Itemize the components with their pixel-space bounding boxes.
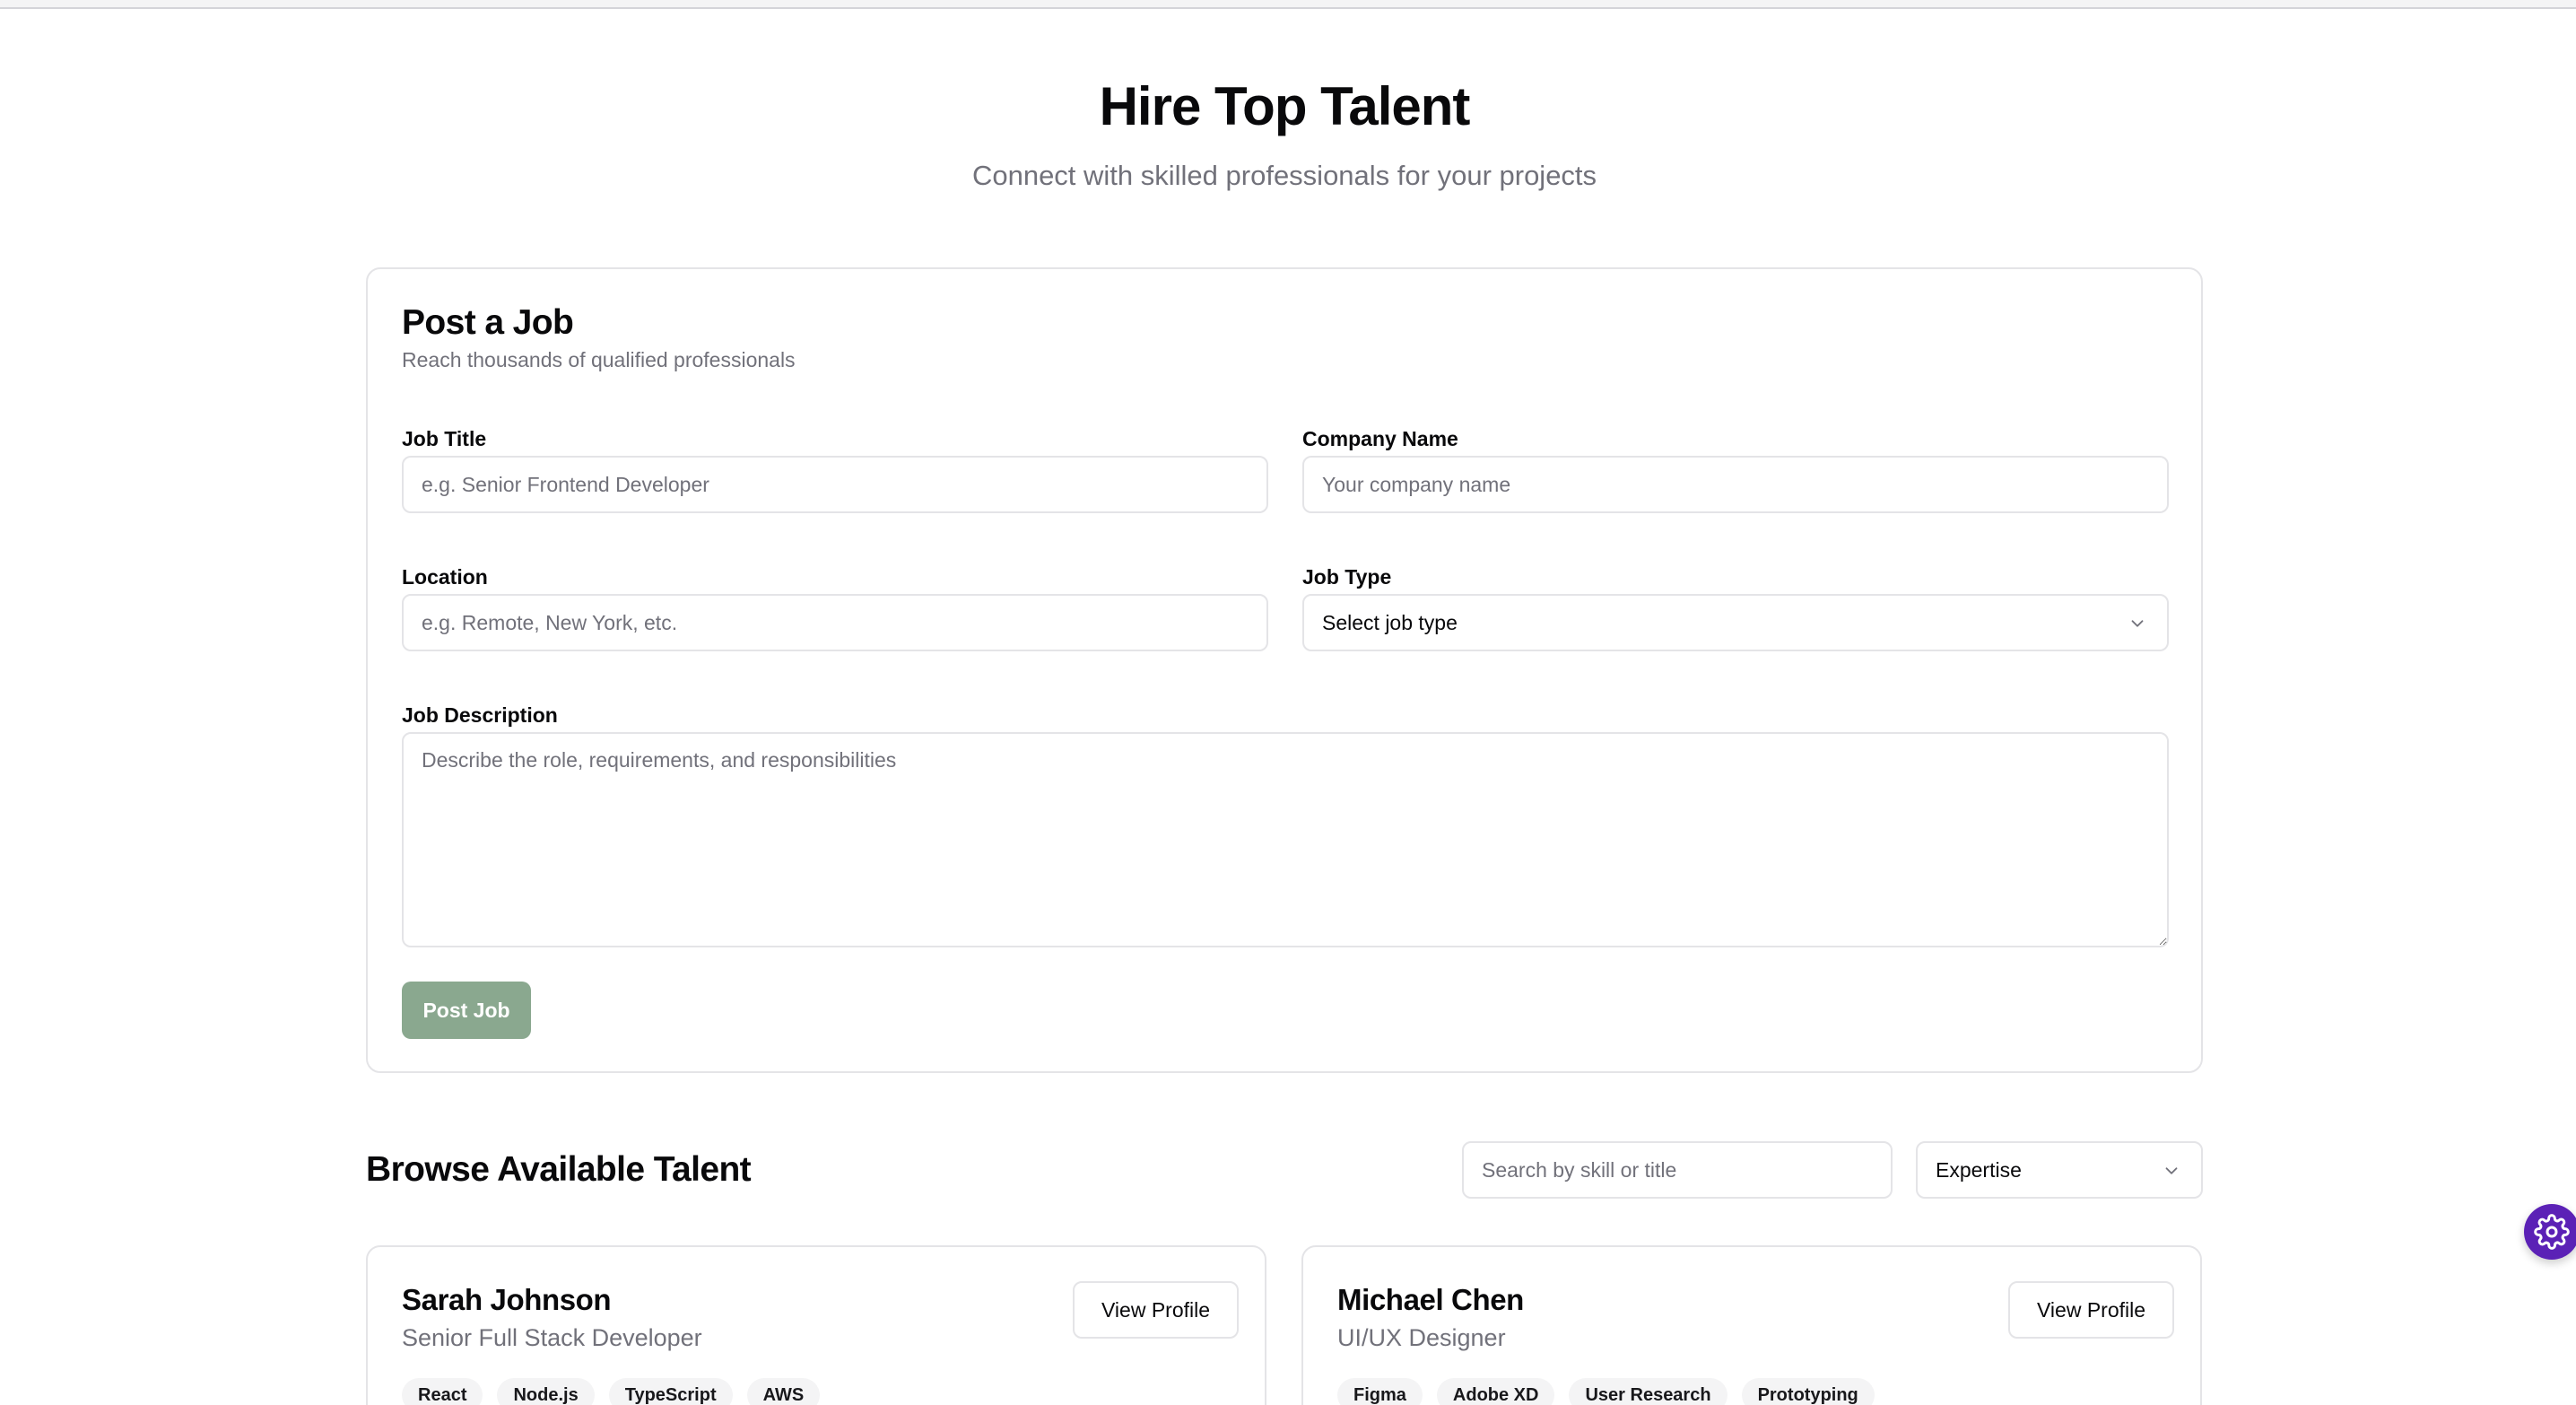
skill-tag: AWS bbox=[746, 1378, 821, 1405]
talent-name: Sarah Johnson bbox=[402, 1283, 612, 1316]
company-name-input[interactable] bbox=[1302, 456, 2169, 513]
chevron-down-icon bbox=[2131, 620, 2144, 627]
job-description-label: Job Description bbox=[402, 703, 558, 727]
skill-tag: Adobe XD bbox=[1436, 1378, 1555, 1405]
job-type-value: Select job type bbox=[1322, 610, 1458, 634]
job-type-label: Job Type bbox=[1302, 565, 1392, 589]
view-profile-button[interactable]: View Profile bbox=[1073, 1281, 1240, 1339]
post-job-subtitle: Reach thousands of qualified professiona… bbox=[402, 348, 796, 371]
job-title-label: Job Title bbox=[402, 427, 487, 450]
skill-tags: Figma Adobe XD User Research Prototyping bbox=[1337, 1378, 1875, 1405]
skill-tag: React bbox=[402, 1378, 483, 1405]
job-type-select[interactable]: Select job type bbox=[1302, 594, 2169, 651]
chevron-down-icon bbox=[2165, 1167, 2178, 1174]
skill-tag: User Research bbox=[1569, 1378, 1727, 1405]
talent-search-input[interactable] bbox=[1462, 1141, 1893, 1199]
talent-role: Senior Full Stack Developer bbox=[402, 1324, 702, 1351]
talent-card: Michael Chen UI/UX Designer View Profile… bbox=[1301, 1245, 2202, 1405]
skill-tag: TypeScript bbox=[608, 1378, 733, 1405]
location-label: Location bbox=[402, 565, 488, 589]
expertise-value: Expertise bbox=[1936, 1157, 2022, 1182]
skill-tag: Node.js bbox=[497, 1378, 595, 1405]
post-job-card: Post a Job Reach thousands of qualified … bbox=[366, 267, 2203, 1073]
location-input[interactable] bbox=[402, 594, 1268, 651]
browser-top-bar bbox=[0, 0, 2576, 9]
company-name-label: Company Name bbox=[1302, 427, 1458, 450]
job-description-textarea[interactable] bbox=[402, 732, 2169, 947]
skill-tags: React Node.js TypeScript AWS bbox=[402, 1378, 821, 1405]
view-profile-button[interactable]: View Profile bbox=[2008, 1281, 2175, 1339]
talent-card: Sarah Johnson Senior Full Stack Develope… bbox=[366, 1245, 1266, 1405]
browse-talent-title: Browse Available Talent bbox=[366, 1150, 752, 1189]
skill-tag: Figma bbox=[1337, 1378, 1423, 1405]
post-job-title: Post a Job bbox=[402, 303, 574, 342]
expertise-select[interactable]: Expertise bbox=[1916, 1141, 2203, 1199]
post-job-button[interactable]: Post Job bbox=[402, 982, 531, 1039]
talent-name: Michael Chen bbox=[1337, 1283, 1524, 1316]
settings-fab-button[interactable] bbox=[2524, 1204, 2576, 1260]
gear-icon bbox=[2534, 1214, 2570, 1250]
talent-role: UI/UX Designer bbox=[1337, 1324, 1506, 1351]
page-subtitle: Connect with skilled professionals for y… bbox=[971, 160, 1597, 191]
page-title: Hire Top Talent bbox=[1099, 76, 1471, 136]
skill-tag: Prototyping bbox=[1741, 1378, 1875, 1405]
job-title-input[interactable] bbox=[402, 456, 1268, 513]
